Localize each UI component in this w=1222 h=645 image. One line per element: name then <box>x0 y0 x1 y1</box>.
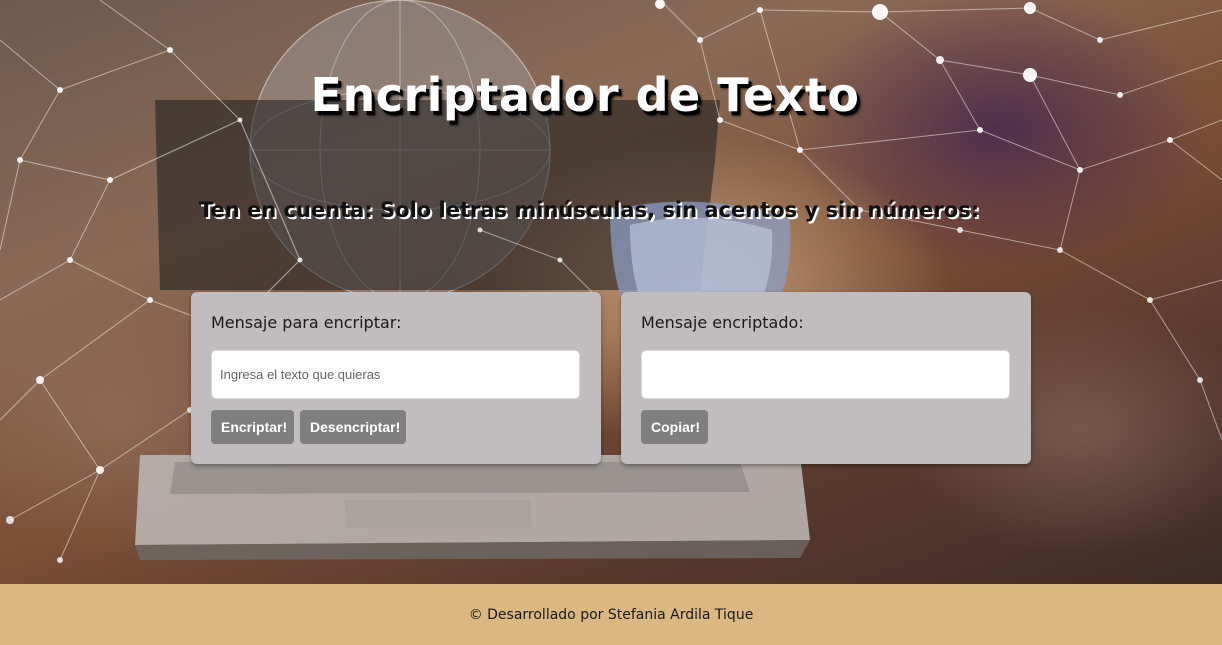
page-title: Encriptador de Texto <box>310 68 860 122</box>
encrypted-output-field[interactable] <box>641 350 1010 399</box>
footer-credit: © Desarrollado por Stefania Ardila Tique <box>468 606 754 623</box>
encrypt-card: Mensaje para encriptar: Encriptar! Desen… <box>191 292 601 464</box>
encrypt-card-label: Mensaje para encriptar: <box>211 313 402 332</box>
hero-background: Encriptador de Texto Ten en cuenta: Solo… <box>0 0 1222 584</box>
result-card-label: Mensaje encriptado: <box>641 313 804 332</box>
encrypt-button[interactable]: Encriptar! <box>211 410 294 444</box>
footer: © Desarrollado por Stefania Ardila Tique <box>0 584 1222 645</box>
decrypt-button[interactable]: Desencriptar! <box>300 410 406 444</box>
copy-button[interactable]: Copiar! <box>641 410 708 444</box>
page: Encriptador de Texto Ten en cuenta: Solo… <box>0 0 1222 645</box>
message-input[interactable] <box>211 350 580 399</box>
input-rules-notice: Ten en cuenta: Solo letras minúsculas, s… <box>199 198 980 222</box>
result-card: Mensaje encriptado: Copiar! <box>621 292 1031 464</box>
